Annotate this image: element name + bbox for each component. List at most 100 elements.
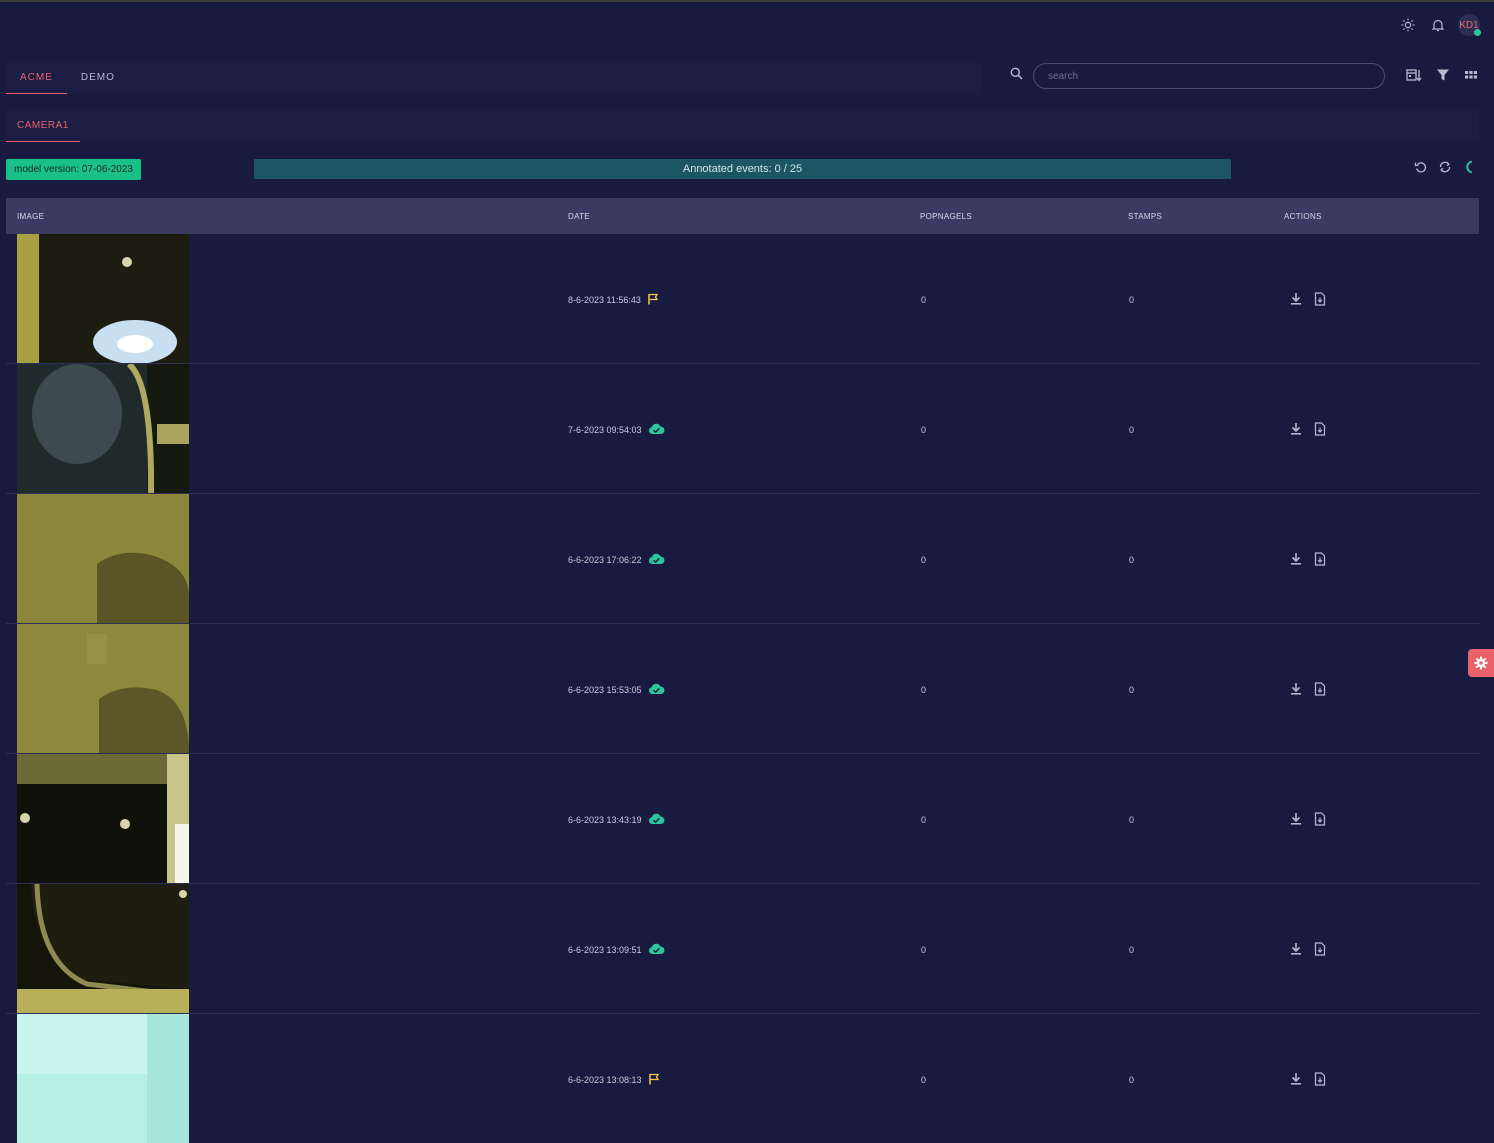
- settings-button[interactable]: [1468, 649, 1494, 677]
- window-top-border: [0, 0, 1494, 2]
- table-row[interactable]: 8-6-2023 11:56:43 0 0: [6, 234, 1479, 364]
- event-thumbnail[interactable]: [17, 494, 189, 623]
- actions-cell: [1284, 551, 1479, 568]
- avatar[interactable]: KD1: [1458, 14, 1481, 36]
- date-cell: 6-6-2023 13:09:51: [568, 943, 920, 957]
- actions-cell: [1284, 941, 1479, 958]
- cloud-check-icon: [648, 943, 665, 957]
- event-thumbnail[interactable]: [17, 234, 189, 364]
- download-icon[interactable]: [1290, 682, 1302, 698]
- grid-icon[interactable]: [1464, 68, 1478, 87]
- search-input[interactable]: [1033, 63, 1385, 89]
- popnagels-count: 0: [921, 1074, 927, 1085]
- tab-demo[interactable]: DEMO: [67, 62, 129, 94]
- image-cell: [6, 883, 568, 1015]
- table-row[interactable]: 6-6-2023 13:43:19 0 0: [6, 754, 1479, 884]
- date-cell: 6-6-2023 13:08:13: [568, 1073, 920, 1087]
- column-header-popnagels[interactable]: POPNAGELS: [920, 212, 1128, 221]
- date-cell: 7-6-2023 09:54:03: [568, 423, 920, 437]
- event-thumbnail[interactable]: [17, 754, 189, 883]
- project-tabs: ACME DEMO: [6, 62, 981, 94]
- table-row[interactable]: 7-6-2023 09:54:03 0 0: [6, 361, 1479, 495]
- image-cell: [6, 361, 568, 495]
- cloud-check-icon: [648, 423, 665, 437]
- actions-cell: [1284, 1071, 1479, 1088]
- download-icon[interactable]: [1290, 422, 1302, 438]
- bell-icon[interactable]: [1428, 15, 1448, 35]
- date-cell: 8-6-2023 11:56:43: [568, 293, 920, 307]
- stamps-count: 0: [1129, 684, 1135, 695]
- model-version-badge: model version: 07-06-2023: [6, 159, 141, 180]
- calendar-sort-icon[interactable]: [1406, 68, 1422, 87]
- gear-icon: [1474, 656, 1488, 670]
- event-thumbnail[interactable]: [17, 361, 189, 494]
- refresh-actions: [1414, 160, 1476, 179]
- popnagels-count: 0: [921, 294, 927, 305]
- tab-camera1[interactable]: CAMERA1: [6, 110, 80, 142]
- flag-icon: [648, 1073, 660, 1087]
- actions-cell: [1284, 291, 1479, 308]
- progress-label: Annotated events: 0 / 25: [682, 163, 803, 175]
- image-cell: [6, 624, 568, 755]
- image-cell: [6, 1014, 568, 1143]
- image-cell: [6, 494, 568, 625]
- export-file-icon[interactable]: [1314, 551, 1326, 568]
- column-header-image[interactable]: IMAGE: [6, 212, 568, 221]
- online-status-dot: [1474, 29, 1481, 36]
- camera-tabs: CAMERA1: [6, 110, 1479, 142]
- actions-cell: [1284, 421, 1479, 438]
- stamps-count: 0: [1129, 424, 1135, 435]
- event-date: 6-6-2023 13:43:19: [568, 814, 642, 825]
- event-thumbnail[interactable]: [17, 1014, 189, 1143]
- download-icon[interactable]: [1290, 812, 1302, 828]
- popnagels-count: 0: [921, 424, 927, 435]
- filter-icon[interactable]: [1436, 68, 1450, 87]
- toolbar-icons: [1406, 68, 1478, 87]
- stamps-count: 0: [1129, 554, 1135, 565]
- image-cell: [6, 234, 568, 365]
- export-file-icon[interactable]: [1314, 811, 1326, 828]
- stamps-count: 0: [1129, 294, 1135, 305]
- event-thumbnail[interactable]: [17, 883, 190, 1013]
- column-header-actions: ACTIONS: [1284, 211, 1322, 221]
- table-row[interactable]: 6-6-2023 17:06:22 0 0: [6, 494, 1479, 624]
- date-cell: 6-6-2023 13:43:19: [568, 813, 920, 827]
- table-header: IMAGE DATE POPNAGELS STAMPS ACTIONS: [6, 198, 1479, 234]
- cloud-check-icon: [648, 553, 665, 567]
- date-cell: 6-6-2023 15:53:05: [568, 683, 920, 697]
- table-row[interactable]: 6-6-2023 13:09:51 0 0: [6, 883, 1479, 1015]
- table-row[interactable]: 6-6-2023 13:08:13 0 0: [6, 1014, 1479, 1143]
- column-header-date[interactable]: DATE: [568, 212, 920, 221]
- cloud-check-icon: [648, 683, 665, 697]
- date-cell: 6-6-2023 17:06:22: [568, 553, 920, 567]
- search-area: [1010, 63, 1385, 89]
- popnagels-count: 0: [921, 554, 927, 565]
- stamps-count: 0: [1129, 1074, 1135, 1085]
- event-date: 6-6-2023 17:06:22: [568, 554, 642, 565]
- export-file-icon[interactable]: [1314, 1071, 1326, 1088]
- cloud-check-icon: [648, 813, 665, 827]
- export-file-icon[interactable]: [1314, 421, 1326, 438]
- table-row[interactable]: 6-6-2023 15:53:05 0 0: [6, 624, 1479, 754]
- sun-icon[interactable]: [1398, 15, 1418, 35]
- export-file-icon[interactable]: [1314, 291, 1326, 308]
- export-file-icon[interactable]: [1314, 681, 1326, 698]
- download-icon[interactable]: [1290, 942, 1302, 958]
- annotation-progress-bar: Annotated events: 0 / 25: [254, 159, 1231, 179]
- undo-icon[interactable]: [1414, 160, 1428, 179]
- download-icon[interactable]: [1290, 292, 1302, 308]
- search-icon[interactable]: [1010, 67, 1023, 85]
- stamps-count: 0: [1129, 814, 1135, 825]
- actions-cell: [1284, 681, 1479, 698]
- loading-spinner-icon: [1462, 160, 1476, 179]
- popnagels-count: 0: [921, 684, 927, 695]
- sync-icon[interactable]: [1438, 160, 1452, 179]
- tab-acme[interactable]: ACME: [6, 62, 67, 94]
- download-icon[interactable]: [1290, 552, 1302, 568]
- download-icon[interactable]: [1290, 1072, 1302, 1088]
- event-date: 6-6-2023 13:08:13: [568, 1074, 642, 1085]
- topbar-icons: KD1: [1398, 14, 1481, 36]
- export-file-icon[interactable]: [1314, 941, 1326, 958]
- event-thumbnail[interactable]: [17, 624, 189, 753]
- column-header-stamps[interactable]: STAMPS: [1128, 212, 1284, 221]
